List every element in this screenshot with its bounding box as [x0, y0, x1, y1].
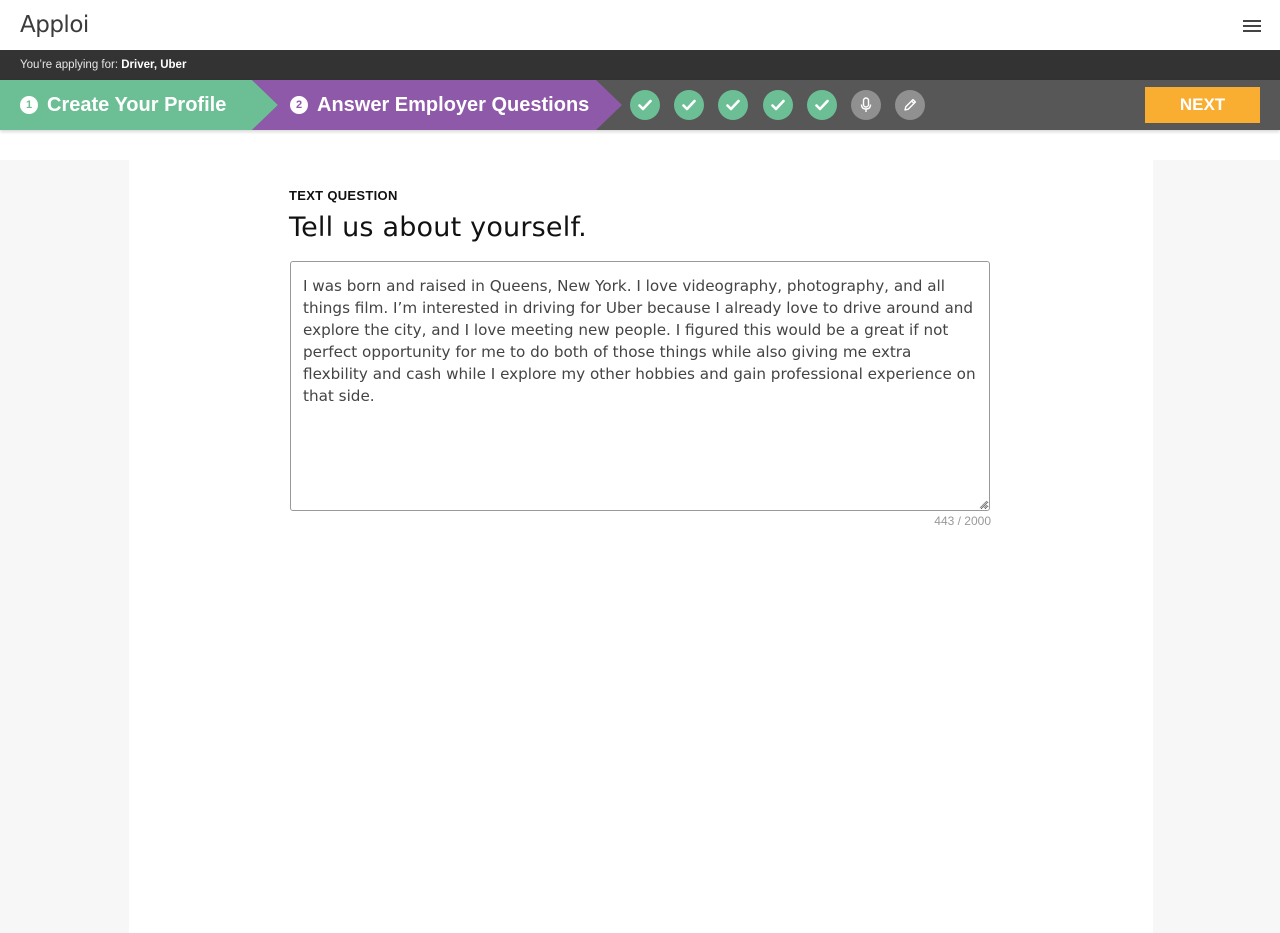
- step-number-2: 2: [290, 96, 308, 114]
- right-gutter: [1153, 160, 1280, 933]
- check-icon: [682, 99, 696, 111]
- microphone-icon: [860, 97, 872, 112]
- question-indicator-3[interactable]: [718, 90, 748, 120]
- step-label-answer-questions: Answer Employer Questions: [317, 94, 590, 116]
- pencil-icon: [904, 98, 917, 111]
- applying-position: Driver, Uber: [121, 59, 187, 71]
- check-icon: [726, 99, 740, 111]
- hamburger-menu-icon[interactable]: [1243, 19, 1261, 34]
- question-indicator-5[interactable]: [807, 90, 837, 120]
- step-number-1: 1: [20, 96, 38, 114]
- resize-grip-icon[interactable]: [978, 499, 988, 509]
- left-gutter: [0, 160, 129, 933]
- question-indicator-7[interactable]: [895, 90, 925, 120]
- question-indicator-4[interactable]: [763, 90, 793, 120]
- question-indicator-2[interactable]: [674, 90, 704, 120]
- character-count: 443 / 2000: [934, 514, 991, 528]
- question-indicator-6[interactable]: [851, 90, 881, 120]
- question-type-label: TEXT QUESTION: [289, 188, 398, 203]
- check-icon: [638, 99, 652, 111]
- steps-bar: 1 Create Your Profile 2 Answer Employer …: [0, 80, 1280, 130]
- check-icon: [771, 99, 785, 111]
- step-answer-questions[interactable]: 2 Answer Employer Questions: [252, 80, 622, 130]
- step-create-profile[interactable]: 1 Create Your Profile: [0, 80, 278, 130]
- question-title: Tell us about yourself.: [289, 212, 587, 243]
- applying-prefix: You’re applying for:: [20, 59, 119, 71]
- apploi-logo[interactable]: Apploi: [20, 12, 89, 38]
- top-header: Apploi: [0, 0, 1280, 50]
- applying-for-bar: You’re applying for: Driver, Uber: [0, 50, 1280, 80]
- question-indicator-1[interactable]: [630, 90, 660, 120]
- next-button[interactable]: NEXT: [1145, 87, 1260, 123]
- check-icon: [815, 99, 829, 111]
- answer-textarea[interactable]: I was born and raised in Queens, New Yor…: [290, 261, 990, 511]
- step-label-create-profile: Create Your Profile: [47, 94, 227, 116]
